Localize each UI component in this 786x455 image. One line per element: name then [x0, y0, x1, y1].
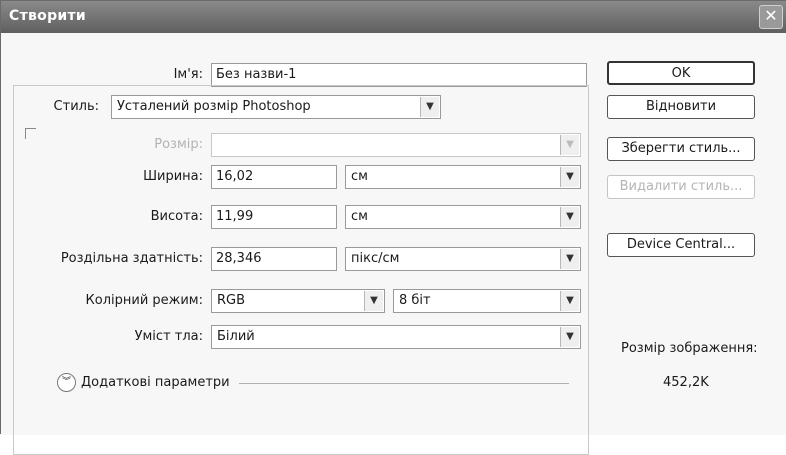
- advanced-label[interactable]: Додаткові параметри: [81, 375, 230, 390]
- dialog-body: Ім'я: Без назви-1 Стиль: Усталений розмі…: [1, 33, 786, 455]
- resolution-unit-select[interactable]: пікс/см ▼: [345, 247, 581, 271]
- resolution-input[interactable]: 28,346: [211, 247, 337, 271]
- reset-button[interactable]: Відновити: [607, 95, 755, 119]
- background-select[interactable]: Білий ▼: [211, 325, 581, 349]
- title-bar: Створити ✕: [1, 1, 786, 33]
- bitdepth-select[interactable]: 8 біт ▼: [393, 289, 581, 313]
- height-unit-value: см: [351, 209, 368, 224]
- width-unit-value: см: [351, 169, 368, 184]
- advanced-divider: [239, 383, 569, 384]
- chevron-down-icon[interactable]: ▼: [560, 249, 579, 269]
- ok-button[interactable]: OK: [607, 61, 755, 85]
- size-label: Розмір:: [154, 137, 203, 152]
- name-input[interactable]: Без назви-1: [211, 63, 587, 87]
- image-size-value: 452,2K: [663, 375, 709, 390]
- colormode-select[interactable]: RGB ▼: [211, 289, 385, 313]
- chevron-down-icon[interactable]: ▼: [560, 291, 579, 311]
- chevron-down-icon[interactable]: ▼: [560, 167, 579, 187]
- height-input[interactable]: 11,99: [211, 205, 337, 229]
- chevron-down-icon: ▼: [560, 135, 579, 155]
- device-central-button[interactable]: Device Central...: [607, 233, 755, 257]
- background-value: Білий: [217, 329, 255, 344]
- resolution-label: Роздільна здатність:: [60, 251, 203, 266]
- colormode-value: RGB: [217, 293, 246, 308]
- height-unit-select[interactable]: см ▼: [345, 205, 581, 229]
- height-label: Висота:: [150, 209, 203, 224]
- chevron-down-icon[interactable]: ▼: [560, 207, 579, 227]
- colormode-label: Колірний режим:: [85, 293, 203, 308]
- chevron-down-icon[interactable]: ▼: [364, 291, 383, 311]
- bitdepth-value: 8 біт: [399, 293, 431, 308]
- width-label: Ширина:: [143, 169, 203, 184]
- width-input[interactable]: 16,02: [211, 165, 337, 189]
- dialog-title: Створити: [9, 8, 87, 24]
- close-icon[interactable]: ✕: [759, 5, 783, 29]
- size-select: ▼: [211, 133, 581, 157]
- new-document-dialog: Створити ✕ Ім'я: Без назви-1 Стиль: Уста…: [0, 0, 786, 455]
- name-label-text: Ім'я:: [173, 67, 203, 82]
- chevron-down-icon[interactable]: ▼: [560, 327, 579, 347]
- background-label: Уміст тла:: [134, 329, 203, 344]
- resolution-unit-value: пікс/см: [351, 251, 400, 266]
- image-size-label: Розмір зображення:: [621, 341, 758, 356]
- double-chevron-down-icon[interactable]: ︾: [57, 373, 76, 392]
- save-style-button[interactable]: Зберегти стиль...: [607, 137, 755, 161]
- name-label: Ім'я:: [23, 67, 203, 82]
- width-unit-select[interactable]: см ▼: [345, 165, 581, 189]
- delete-style-button: Видалити стиль...: [607, 175, 755, 199]
